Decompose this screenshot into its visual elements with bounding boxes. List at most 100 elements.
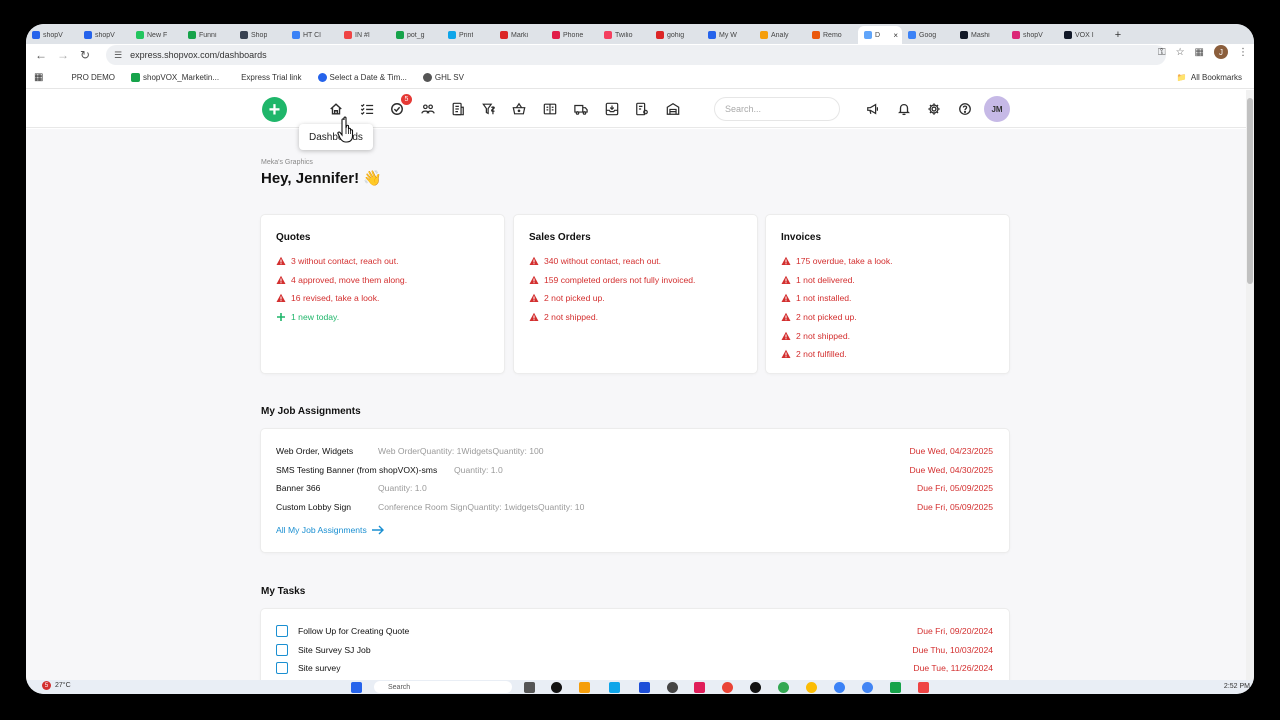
- browser-tab[interactable]: VOX I: [1058, 26, 1110, 44]
- help-icon[interactable]: [956, 100, 974, 118]
- url-bar[interactable]: ☰ express.shopvox.com/dashboards: [106, 45, 1166, 65]
- basket-icon[interactable]: [510, 100, 528, 118]
- back-icon[interactable]: ←: [30, 44, 52, 66]
- all-bookmarks[interactable]: 📁 All Bookmarks: [1177, 73, 1242, 82]
- windows-start-icon[interactable]: [351, 682, 362, 693]
- bookmark-ghl-sv[interactable]: GHL SV: [422, 73, 464, 82]
- app-icon[interactable]: [918, 682, 929, 693]
- browser-tab[interactable]: shopV: [26, 26, 78, 44]
- scrollbar-thumb[interactable]: [1247, 98, 1253, 284]
- alert-item[interactable]: 1 not delivered.: [781, 271, 893, 290]
- chrome-icon[interactable]: [806, 682, 817, 693]
- alert-item[interactable]: 2 not fulfilled.: [781, 345, 893, 364]
- bookmark-select-date[interactable]: Select a Date & Tim...: [317, 73, 407, 82]
- table-row[interactable]: Banner 366 Quantity: 1.0 Due Fri, 05/09/20…: [276, 479, 993, 497]
- browser-tab[interactable]: New F: [130, 26, 182, 44]
- alert-item[interactable]: 340 without contact, reach out.: [529, 252, 695, 271]
- alert-item[interactable]: 159 completed orders not fully invoiced.: [529, 271, 695, 290]
- table-row[interactable]: Web Order, Widgets Web OrderQuantity: 1Wi…: [276, 442, 993, 460]
- browser-tab[interactable]: Mashi: [954, 26, 1006, 44]
- warehouse-icon[interactable]: [664, 100, 682, 118]
- megaphone-icon[interactable]: [864, 100, 882, 118]
- bell-icon[interactable]: [895, 100, 913, 118]
- task-checkbox[interactable]: [276, 662, 288, 675]
- app-icon[interactable]: [890, 682, 901, 693]
- menu-kebab-icon[interactable]: ⋮: [1238, 47, 1248, 58]
- apps-grid-icon[interactable]: ▦: [34, 72, 43, 83]
- approvals-check-icon[interactable]: 5: [388, 94, 412, 118]
- inbox-icon[interactable]: [603, 100, 621, 118]
- browser-tab[interactable]: Phone: [546, 26, 598, 44]
- alert-item[interactable]: 16 revised, take a look.: [276, 289, 407, 308]
- chrome-icon[interactable]: [722, 682, 733, 693]
- global-search-input[interactable]: Search...: [714, 97, 840, 121]
- task-checkbox[interactable]: [276, 625, 288, 637]
- browser-tab[interactable]: pot_g: [390, 26, 442, 44]
- app-icon[interactable]: [750, 682, 761, 693]
- app-icon[interactable]: [639, 682, 650, 693]
- task-row[interactable]: Site survey Due Tue, 11/26/2024: [276, 659, 993, 677]
- profile-avatar[interactable]: J: [1214, 45, 1228, 59]
- new-tab-icon[interactable]: +: [1110, 26, 1126, 44]
- alert-item[interactable]: 175 overdue, take a look.: [781, 252, 893, 271]
- quotes-doc-icon[interactable]: [449, 100, 467, 118]
- browser-tab[interactable]: D ×: [858, 26, 902, 44]
- task-row[interactable]: Site Survey SJ Job Due Thu, 10/03/2024: [276, 641, 993, 659]
- alert-item[interactable]: 3 without contact, reach out.: [276, 252, 407, 271]
- reload-icon[interactable]: ↻: [74, 44, 96, 66]
- taskbar-search[interactable]: Search: [374, 681, 512, 693]
- browser-tab[interactable]: Print: [442, 26, 494, 44]
- alert-item[interactable]: 1 new today.: [276, 308, 407, 327]
- browser-tab[interactable]: gohig: [650, 26, 702, 44]
- alert-item[interactable]: 4 approved, move them along.: [276, 271, 407, 290]
- browser-tab[interactable]: shopV: [1006, 26, 1058, 44]
- task-row[interactable]: Follow Up for Creating Quote Due Fri, 09/…: [276, 622, 993, 640]
- slack-icon[interactable]: [694, 682, 705, 693]
- user-avatar[interactable]: JM: [984, 96, 1010, 122]
- browser-tab[interactable]: shopV: [78, 26, 130, 44]
- reports-settings-icon[interactable]: [633, 100, 651, 118]
- app-icon[interactable]: [667, 682, 678, 693]
- bookmark-pro-demo[interactable]: PRO DEMO: [71, 73, 115, 82]
- table-row[interactable]: SMS Testing Banner (from shopVOX)-sms Qua…: [276, 461, 993, 479]
- messenger-icon[interactable]: [834, 682, 845, 693]
- gear-icon[interactable]: [925, 100, 943, 118]
- forward-icon[interactable]: →: [52, 44, 74, 66]
- table-row[interactable]: Custom Lobby Sign Conference Room SignQua…: [276, 498, 993, 516]
- app-icon[interactable]: [609, 682, 620, 693]
- catalog-book-icon[interactable]: [541, 100, 559, 118]
- alert-item[interactable]: 2 not picked up.: [781, 308, 893, 327]
- customers-icon[interactable]: [419, 100, 437, 118]
- browser-tab[interactable]: Remo: [806, 26, 858, 44]
- chrome-icon[interactable]: [862, 682, 873, 693]
- all-job-assignments-link[interactable]: All My Job Assignments: [276, 525, 385, 535]
- app-icon[interactable]: [551, 682, 562, 693]
- extensions-icon[interactable]: ▦: [1195, 47, 1204, 58]
- task-checkbox[interactable]: [276, 643, 288, 656]
- browser-tab[interactable]: Funni: [182, 26, 234, 44]
- delivery-truck-icon[interactable]: [572, 100, 590, 118]
- browser-tab[interactable]: IN #I: [338, 26, 390, 44]
- chrome-icon[interactable]: [778, 682, 789, 693]
- file-explorer-icon[interactable]: [579, 682, 590, 693]
- bookmark-express-trial[interactable]: Express Trial link: [241, 73, 301, 82]
- site-info-icon[interactable]: ☰: [114, 50, 122, 61]
- browser-tab[interactable]: Shop: [234, 26, 286, 44]
- weather-widget[interactable]: 5 27°C: [42, 681, 71, 690]
- create-new-button[interactable]: +: [262, 97, 287, 122]
- alert-item[interactable]: 1 not installed.: [781, 289, 893, 308]
- tasks-list-icon[interactable]: [358, 100, 376, 118]
- task-view-icon[interactable]: [524, 682, 535, 693]
- browser-tab[interactable]: Marki: [494, 26, 546, 44]
- browser-tab[interactable]: Twilio: [598, 26, 650, 44]
- bookmark-star-icon[interactable]: ☆: [1176, 47, 1185, 58]
- sales-funnel-icon[interactable]: [480, 100, 498, 118]
- page-scrollbar[interactable]: [1246, 90, 1254, 680]
- bookmark-shopvox-marketing[interactable]: shopVOX_Marketin...: [131, 73, 219, 82]
- tab-close-icon[interactable]: ×: [893, 31, 898, 40]
- browser-tab[interactable]: Analy: [754, 26, 806, 44]
- alert-item[interactable]: 2 not picked up.: [529, 289, 695, 308]
- password-key-icon[interactable]: ⚿: [1158, 47, 1166, 58]
- browser-tab[interactable]: My W: [702, 26, 754, 44]
- alert-item[interactable]: 2 not shipped.: [529, 308, 695, 327]
